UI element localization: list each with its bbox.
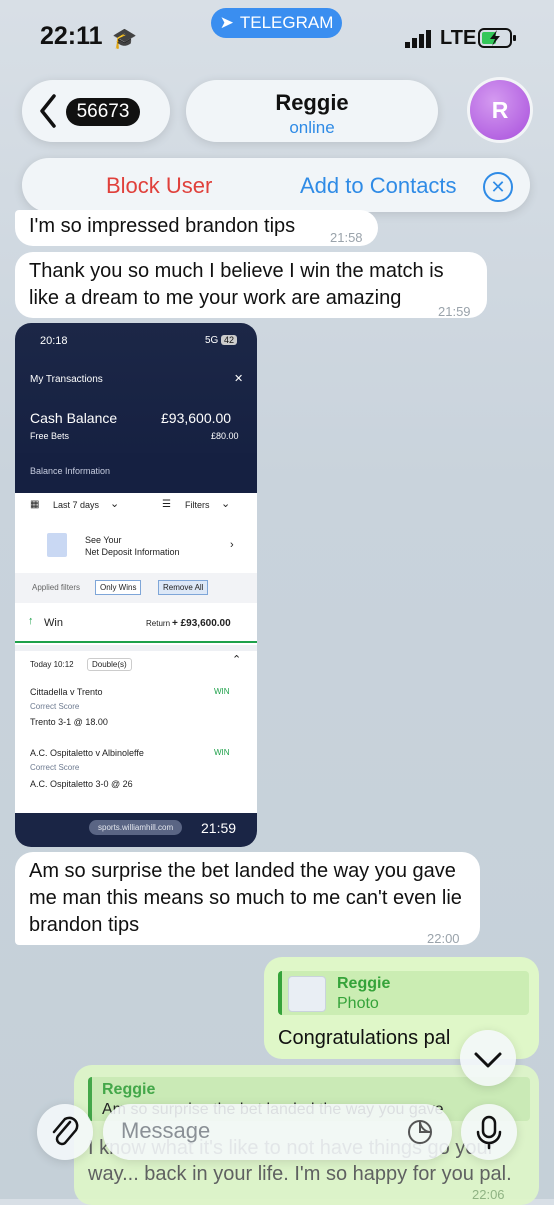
status-time: 22:11 [40,22,103,50]
battery-charging-icon [478,27,518,54]
close-icon[interactable]: ✕ [483,172,513,202]
avatar[interactable]: R [470,80,530,140]
leg2-market: Correct Score [30,763,80,772]
message-time: 21:59 [438,304,471,319]
chevron-right-icon: › [230,539,234,551]
document-icon [47,533,67,557]
message-input[interactable]: Message [103,1104,452,1160]
message-bubble[interactable]: Thank you so much I believe I win the ma… [15,252,487,319]
cash-balance-label: Cash Balance [30,410,118,426]
block-user-button[interactable]: Block User [106,173,212,199]
leg1-market: Correct Score [30,702,80,711]
message-time: 21:58 [330,230,363,245]
photo-time: 21:59 [201,820,237,836]
leg1-match: Cittadella v Trento [30,687,103,697]
period-chevron-icon: ⌄ [110,498,120,510]
arrow-up-icon: ↑ [28,615,34,627]
cash-balance-value: £93,600.00 [161,410,232,426]
net-deposit-label: Net Deposit Information [85,547,180,557]
leg2-win-tag: WIN [214,748,230,757]
message-bubble[interactable]: I'm so impressed brandon tips 21:58 [15,210,378,246]
free-bets-label: Free Bets [30,431,70,441]
attach-button[interactable] [37,1104,93,1160]
reply-name: Reggie [102,1081,156,1098]
applied-filters-label: Applied filters [32,583,81,592]
reply-thumbnail [288,976,326,1012]
message-text: I'm so impressed brandon tips [29,215,296,237]
reply-preview[interactable]: Reggie Photo [278,971,529,1015]
contact-status: online [289,118,335,137]
photo-header-area: 20:18 5G 42 My Transactions ✕ Cash Balan… [15,323,257,475]
free-bets-value: £80.00 [211,431,239,441]
chevron-left-icon[interactable] [38,92,58,135]
leg2-match: A.C. Ospitaletto v Albinoleffe [30,748,144,758]
reply-text: Photo [337,995,379,1012]
calendar-icon: ▦ [30,499,40,510]
voice-record-button[interactable] [461,1104,517,1160]
message-text: Thank you so much I believe I win the ma… [29,260,444,309]
message-placeholder: Message [121,1118,211,1143]
paperclip-icon [52,1116,79,1146]
message-bubble[interactable]: Am so surprise the bet landed the way yo… [15,852,480,946]
bet-type: Double(s) [87,658,132,671]
photo-title: My Transactions [30,374,103,385]
filters-label: Filters [185,500,210,510]
message-text: Am so surprise the bet landed the way yo… [29,860,462,936]
return-label: Return [146,619,171,628]
photo-network: 5G [205,335,219,346]
message-time: 22:06 [472,1187,505,1202]
contact-name: Reggie [275,90,349,115]
graduation-cap-icon: 🎓 [112,28,137,50]
bet-time: Today 10:12 [30,660,74,669]
collapse-chevron-icon: ⌃ [232,654,242,666]
telegram-pill-label: TELEGRAM [239,13,334,32]
reply-name: Reggie [337,975,391,992]
photo-close-icon: ✕ [234,373,244,385]
filters-icon: ☰ [162,499,171,510]
leg2-pick: A.C. Ospitaletto 3-0 @ 26 [30,779,133,789]
microphone-icon [476,1115,502,1150]
balance-info-text: Balance Information [30,466,111,476]
return-value: + £93,600.00 [172,618,231,629]
leg1-pick: Trento 3-1 @ 18.00 [30,717,108,727]
only-wins-chip: Only Wins [95,580,142,595]
photo-battery: 42 [221,335,238,345]
paper-plane-icon: ➤ [219,13,234,32]
add-to-contacts-button[interactable]: Add to Contacts [300,173,457,199]
sticker-icon[interactable] [406,1118,434,1146]
remove-all-chip: Remove All [158,580,209,595]
chevron-down-icon [474,1052,502,1068]
leg1-win-tag: WIN [214,687,230,696]
scroll-down-button[interactable] [460,1030,516,1086]
win-label: Win [44,617,63,629]
signal-icon [405,30,433,53]
chat-title[interactable]: Reggie online [186,80,438,142]
message-text: Congratulations pal [278,1027,451,1049]
photo-status-time: 20:18 [40,335,68,347]
network-label: LTE [440,27,477,49]
see-your-label: See Your [85,535,122,545]
url-pill: sports.williamhill.com [89,820,183,835]
photo-message[interactable]: 20:18 5G 42 My Transactions ✕ Cash Balan… [15,323,257,847]
period-filter: Last 7 days [53,500,100,510]
message-time: 22:00 [427,931,460,946]
filters-chevron-icon: ⌄ [221,498,231,510]
telegram-pill[interactable]: ➤ TELEGRAM [211,8,342,38]
unread-count-badge: 56673 [66,98,140,126]
